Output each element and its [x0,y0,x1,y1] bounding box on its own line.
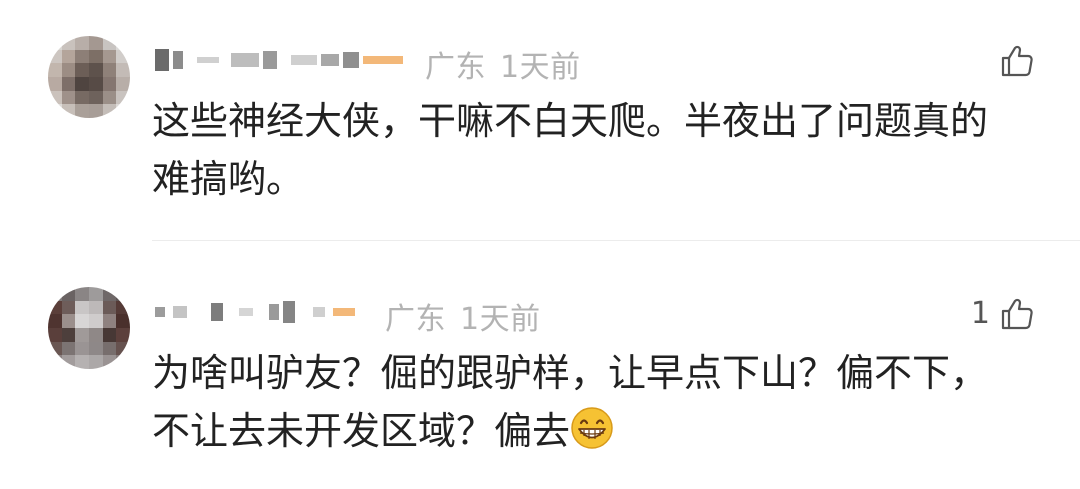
comment-text-line: 不让去未开发区域？偏去 [152,402,1052,460]
comment-text-line: 难搞哟。 [152,157,305,201]
comment-text-fragment: 不让去未开发区域？偏去 [152,409,571,453]
comment-item: 广东 1天前 1 为啥叫驴友？倔的跟驴样，让早点下山？偏不下， 不让去未开发区域？… [0,241,1080,489]
comment-item: 广东 1天前 这些神经大侠，干嘛不白天爬。半夜出了问题真的 难搞哟。 [0,0,1080,241]
comment-text-line: 为啥叫驴友？倔的跟驴样，让早点下山？偏不下， [152,351,989,395]
location-label: 广东 [425,50,486,85]
comment-meta: 广东 1天前 [425,42,581,86]
timestamp: 1天前 [500,50,581,85]
grinning-emoji-icon [571,407,613,449]
timestamp: 1天前 [460,302,541,337]
thumbs-up-icon [1001,298,1033,329]
username-blurred[interactable] [155,48,403,72]
location-label: 广东 [385,302,446,337]
avatar[interactable] [48,287,130,369]
comment-text: 为啥叫驴友？倔的跟驴样，让早点下山？偏不下， 不让去未开发区域？偏去 [152,344,1052,460]
like-button[interactable]: 1 [971,296,1034,331]
thumbs-up-icon [1001,45,1033,77]
username-blurred[interactable] [155,300,355,324]
comment-meta: 广东 1天前 [385,294,541,338]
comment-text: 这些神经大侠，干嘛不白天爬。半夜出了问题真的 难搞哟。 [152,92,1052,208]
avatar[interactable] [48,36,130,118]
comment-text-line: 这些神经大侠，干嘛不白天爬。半夜出了问题真的 [152,99,989,143]
like-count: 1 [970,296,990,331]
like-button[interactable] [990,44,1034,78]
